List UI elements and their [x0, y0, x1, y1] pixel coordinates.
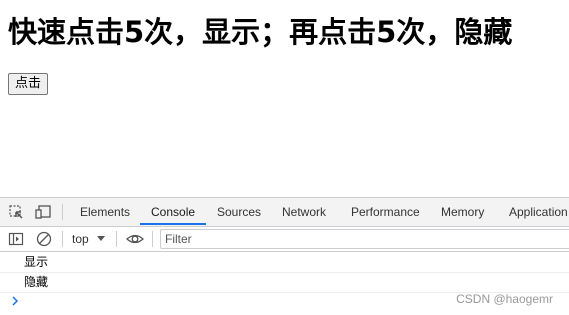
tab-network[interactable]: Network: [282, 198, 326, 226]
toolbar-separator: [152, 231, 153, 247]
page: 快速点击5次，显示；再点击5次，隐藏 点击 Elements Console S…: [0, 0, 569, 315]
tab-sources[interactable]: Sources: [217, 198, 261, 226]
tab-console[interactable]: Console: [151, 198, 195, 226]
tab-elements[interactable]: Elements: [80, 198, 130, 226]
sidebar-toggle-icon[interactable]: [7, 230, 25, 248]
console-message-text: 显示: [24, 255, 49, 269]
console-prompt-icon[interactable]: [10, 295, 20, 307]
devtools-panel: Elements Console Sources Network Perform…: [0, 197, 569, 315]
tab-memory[interactable]: Memory: [441, 198, 484, 226]
toolbar-separator: [62, 231, 63, 247]
console-message: 显示: [0, 253, 569, 273]
context-selector[interactable]: top: [72, 227, 89, 251]
filter-input[interactable]: [160, 229, 569, 249]
console-message: 隐藏: [0, 273, 569, 293]
active-tab-indicator: [140, 223, 206, 225]
console-message-text: 隐藏: [24, 275, 49, 289]
eye-icon[interactable]: [125, 230, 145, 248]
console-toolbar: top: [0, 227, 569, 252]
toolbar-separator: [116, 231, 117, 247]
toolbar-separator: [62, 204, 63, 220]
device-toolbar-icon[interactable]: [34, 203, 52, 221]
tab-performance[interactable]: Performance: [351, 198, 420, 226]
watermark: CSDN @haogemr: [456, 292, 553, 306]
chevron-down-icon: [97, 236, 105, 241]
clear-console-icon[interactable]: [35, 230, 53, 248]
tab-application[interactable]: Application: [509, 198, 568, 226]
inspect-element-icon[interactable]: [7, 203, 25, 221]
click-button[interactable]: 点击: [8, 73, 49, 95]
page-title: 快速点击5次，显示；再点击5次，隐藏: [8, 15, 513, 49]
devtools-tabbar: Elements Console Sources Network Perform…: [0, 198, 569, 227]
